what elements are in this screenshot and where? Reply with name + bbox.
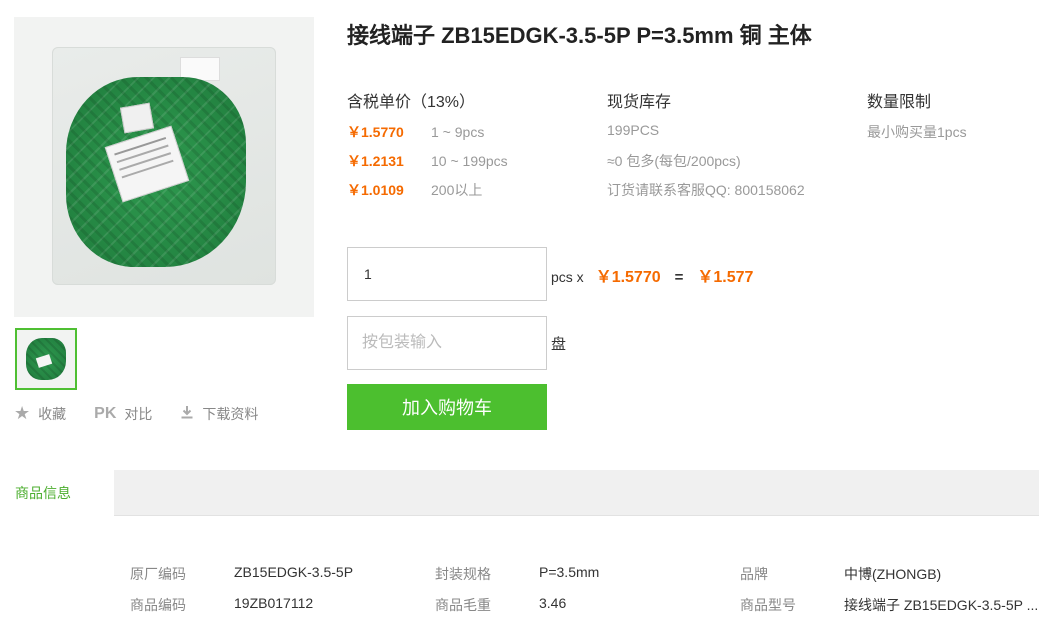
- stock-contact: 订货请联系客服QQ: 800158062: [607, 182, 805, 198]
- price-tier: ￥1.0109 200以上: [347, 180, 482, 200]
- compare-label: 对比: [124, 405, 153, 422]
- spec-key: 商品编码: [130, 597, 186, 613]
- product-title: 接线端子 ZB15EDGK-3.5-5P P=3.5mm 铜 主体: [347, 23, 812, 48]
- favorite-label: 收藏: [38, 405, 67, 422]
- price-calculation: pcs x ￥1.5770 = ￥1.577: [551, 263, 753, 287]
- download-icon: [180, 405, 194, 422]
- package-unit-label: 盘: [551, 336, 567, 353]
- price-header: 含税单价（13%）: [347, 94, 476, 111]
- spec-value: 中博(ZHONGB): [844, 566, 942, 582]
- pk-icon: PK: [94, 404, 117, 422]
- price-tier: ￥1.5770 1 ~ 9pcs: [347, 122, 484, 142]
- spec-value: 接线端子 ZB15EDGK-3.5-5P ...: [844, 597, 1039, 613]
- tier-price: ￥1.5770: [347, 124, 404, 140]
- spec-value: P=3.5mm: [539, 564, 600, 580]
- price-tier: ￥1.2131 10 ~ 199pcs: [347, 151, 508, 171]
- unit-price: ￥1.5770: [595, 269, 661, 286]
- product-thumbnail[interactable]: [15, 328, 77, 390]
- tab-product-info[interactable]: 商品信息: [0, 470, 114, 516]
- package-input[interactable]: [347, 316, 547, 370]
- inner-label-graphic: [119, 102, 155, 134]
- tier-range: 10 ~ 199pcs: [431, 153, 508, 169]
- stock-count: 199PCS: [607, 122, 660, 138]
- product-main-image[interactable]: [14, 17, 314, 317]
- limit-text: 最小购买量1pcs: [867, 124, 967, 140]
- product-actions: ★ 收藏 PK 对比 下载资料: [14, 403, 286, 424]
- spec-key: 封装规格: [435, 566, 491, 582]
- download-button[interactable]: 下载资料: [180, 404, 258, 424]
- favorite-button[interactable]: ★ 收藏: [14, 403, 66, 424]
- spec-key: 商品毛重: [435, 597, 491, 613]
- spec-value: 19ZB017112: [234, 595, 314, 611]
- tab-bar: 商品信息: [0, 470, 1039, 516]
- spec-key: 商品型号: [740, 597, 796, 613]
- tier-range: 200以上: [431, 182, 483, 198]
- tier-price: ￥1.0109: [347, 182, 404, 198]
- tier-range: 1 ~ 9pcs: [431, 124, 485, 140]
- tier-price: ￥1.2131: [347, 153, 404, 169]
- equals-sign: =: [674, 269, 684, 286]
- quantity-input[interactable]: [347, 247, 547, 301]
- add-to-cart-button[interactable]: 加入购物车: [347, 384, 547, 430]
- total-price: ￥1.577: [697, 269, 754, 286]
- spec-key: 原厂编码: [130, 566, 186, 582]
- spec-value: 3.46: [539, 595, 567, 611]
- spec-value: ZB15EDGK-3.5-5P: [234, 564, 354, 580]
- download-label: 下载资料: [202, 405, 259, 422]
- unit-times-label: pcs x: [551, 269, 584, 285]
- stock-package: ≈0 包多(每包/200pcs): [607, 153, 741, 169]
- spec-key: 品牌: [740, 566, 768, 582]
- compare-button[interactable]: PK 对比: [94, 404, 152, 424]
- stock-header: 现货库存: [607, 94, 672, 111]
- limit-header: 数量限制: [867, 94, 932, 111]
- star-icon: ★: [14, 403, 31, 423]
